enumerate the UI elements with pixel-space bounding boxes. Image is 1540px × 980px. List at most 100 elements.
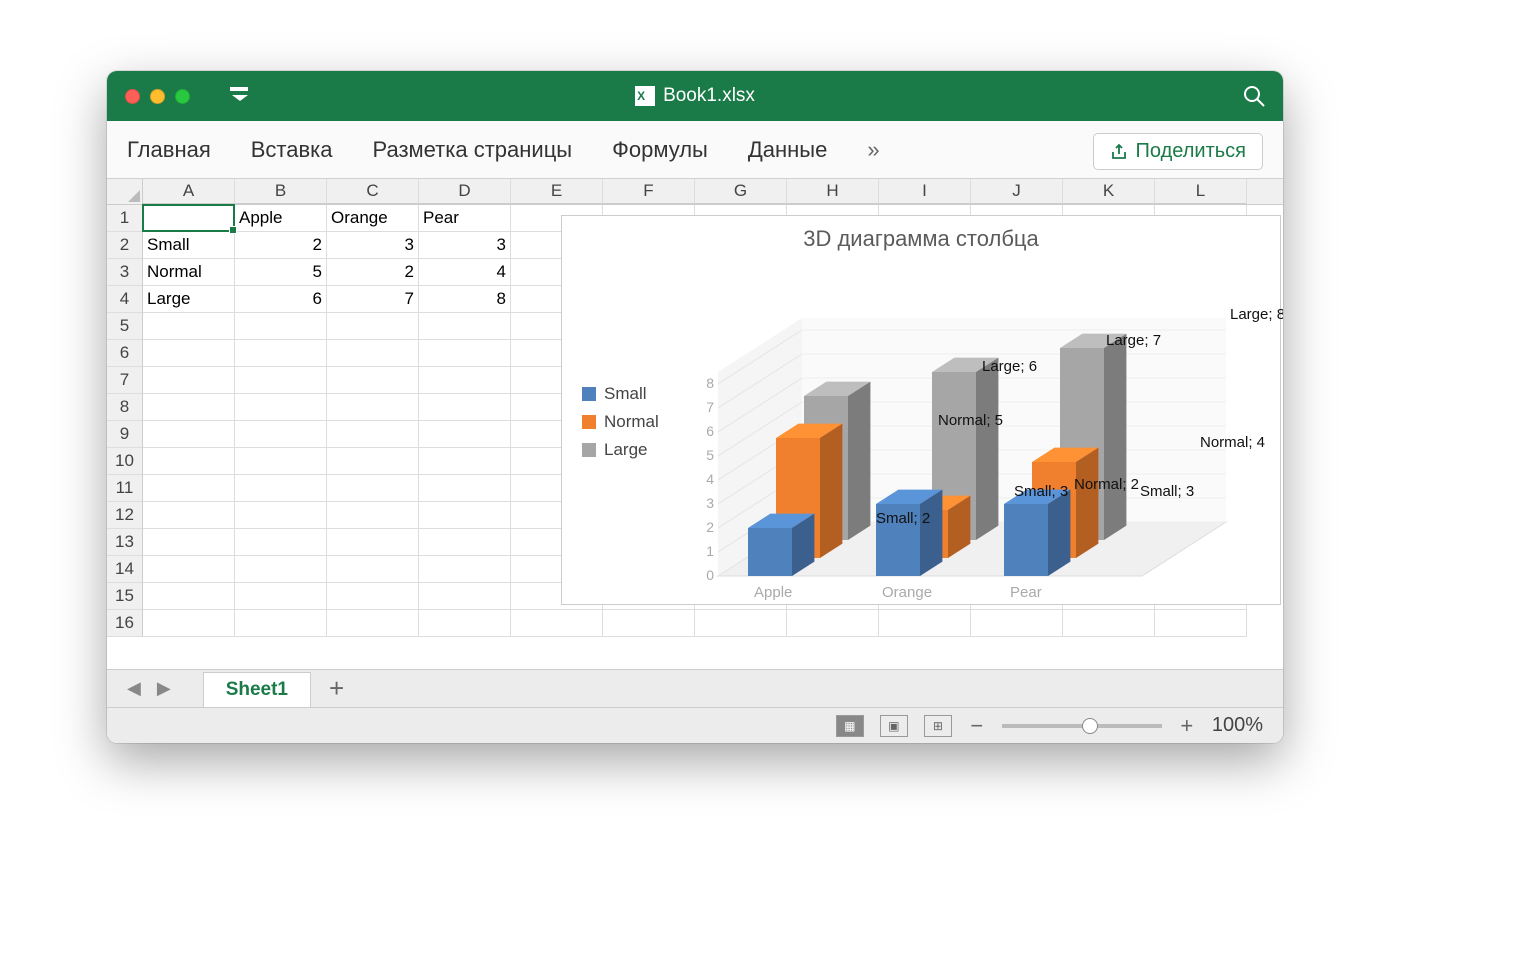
cell-A3[interactable]: Normal (143, 259, 235, 286)
column-header-C[interactable]: C (327, 179, 419, 204)
cell-B7[interactable] (235, 367, 327, 394)
cell-D10[interactable] (419, 448, 511, 475)
cell-H16[interactable] (787, 610, 879, 637)
cell-G16[interactable] (695, 610, 787, 637)
cell-A15[interactable] (143, 583, 235, 610)
cell-D9[interactable] (419, 421, 511, 448)
cell-A4[interactable]: Large (143, 286, 235, 313)
zoom-out-button[interactable]: − (968, 713, 986, 739)
cell-C14[interactable] (327, 556, 419, 583)
cell-B1[interactable]: Apple (235, 205, 327, 232)
sheet-nav-prev[interactable]: ◀ (121, 678, 147, 699)
cell-C8[interactable] (327, 394, 419, 421)
column-header-J[interactable]: J (971, 179, 1063, 204)
cell-B16[interactable] (235, 610, 327, 637)
cell-C2[interactable]: 3 (327, 232, 419, 259)
cell-J16[interactable] (971, 610, 1063, 637)
cell-D3[interactable]: 4 (419, 259, 511, 286)
cell-A9[interactable] (143, 421, 235, 448)
cell-D4[interactable]: 8 (419, 286, 511, 313)
view-page-layout-button[interactable]: ▣ (880, 715, 908, 737)
zoom-percentage[interactable]: 100% (1212, 714, 1263, 737)
cell-E16[interactable] (511, 610, 603, 637)
cell-A5[interactable] (143, 313, 235, 340)
row-header-11[interactable]: 11 (107, 475, 143, 502)
cell-C9[interactable] (327, 421, 419, 448)
cell-B5[interactable] (235, 313, 327, 340)
row-header-2[interactable]: 2 (107, 232, 143, 259)
cell-B14[interactable] (235, 556, 327, 583)
row-header-13[interactable]: 13 (107, 529, 143, 556)
row-header-3[interactable]: 3 (107, 259, 143, 286)
column-header-F[interactable]: F (603, 179, 695, 204)
column-header-I[interactable]: I (879, 179, 971, 204)
cell-B11[interactable] (235, 475, 327, 502)
cell-L16[interactable] (1155, 610, 1247, 637)
cell-I16[interactable] (879, 610, 971, 637)
row-header-4[interactable]: 4 (107, 286, 143, 313)
row-header-7[interactable]: 7 (107, 367, 143, 394)
cell-A12[interactable] (143, 502, 235, 529)
cell-B4[interactable]: 6 (235, 286, 327, 313)
row-header-12[interactable]: 12 (107, 502, 143, 529)
cell-C6[interactable] (327, 340, 419, 367)
cell-D5[interactable] (419, 313, 511, 340)
view-normal-button[interactable]: ▦ (836, 715, 864, 737)
cell-D14[interactable] (419, 556, 511, 583)
cell-D8[interactable] (419, 394, 511, 421)
cell-B9[interactable] (235, 421, 327, 448)
add-sheet-button[interactable]: + (315, 673, 358, 704)
column-header-H[interactable]: H (787, 179, 879, 204)
minimize-window-button[interactable] (150, 89, 165, 104)
row-header-14[interactable]: 14 (107, 556, 143, 583)
cells-grid[interactable]: 3D диаграмма столбца Small Normal Large … (143, 205, 1247, 637)
cell-B2[interactable]: 2 (235, 232, 327, 259)
row-header-9[interactable]: 9 (107, 421, 143, 448)
select-all-corner[interactable] (107, 179, 143, 205)
cell-C15[interactable] (327, 583, 419, 610)
cell-A6[interactable] (143, 340, 235, 367)
close-window-button[interactable] (125, 89, 140, 104)
row-header-15[interactable]: 15 (107, 583, 143, 610)
cell-B10[interactable] (235, 448, 327, 475)
column-header-K[interactable]: K (1063, 179, 1155, 204)
cell-C4[interactable]: 7 (327, 286, 419, 313)
tab-insert[interactable]: Вставка (251, 137, 333, 163)
tabs-overflow[interactable]: » (867, 137, 879, 163)
sheet-nav-next[interactable]: ▶ (151, 678, 177, 699)
cell-D6[interactable] (419, 340, 511, 367)
cell-D2[interactable]: 3 (419, 232, 511, 259)
row-header-1[interactable]: 1 (107, 205, 143, 232)
cell-K16[interactable] (1063, 610, 1155, 637)
zoom-slider-thumb[interactable] (1082, 718, 1098, 734)
tab-page-layout[interactable]: Разметка страницы (373, 137, 573, 163)
column-header-L[interactable]: L (1155, 179, 1247, 204)
cell-B15[interactable] (235, 583, 327, 610)
column-header-D[interactable]: D (419, 179, 511, 204)
cell-C7[interactable] (327, 367, 419, 394)
cell-B6[interactable] (235, 340, 327, 367)
column-header-E[interactable]: E (511, 179, 603, 204)
cell-A2[interactable]: Small (143, 232, 235, 259)
cell-B3[interactable]: 5 (235, 259, 327, 286)
cell-F16[interactable] (603, 610, 695, 637)
search-icon[interactable] (1243, 85, 1265, 112)
cell-C11[interactable] (327, 475, 419, 502)
cell-A7[interactable] (143, 367, 235, 394)
cell-D11[interactable] (419, 475, 511, 502)
row-header-5[interactable]: 5 (107, 313, 143, 340)
cell-C10[interactable] (327, 448, 419, 475)
column-header-G[interactable]: G (695, 179, 787, 204)
maximize-window-button[interactable] (175, 89, 190, 104)
tab-home[interactable]: Главная (127, 137, 211, 163)
cell-A1[interactable] (143, 205, 235, 232)
cell-A10[interactable] (143, 448, 235, 475)
quick-access-toolbar[interactable] (230, 87, 250, 106)
cell-A14[interactable] (143, 556, 235, 583)
column-header-A[interactable]: A (143, 179, 235, 204)
row-header-16[interactable]: 16 (107, 610, 143, 637)
row-header-6[interactable]: 6 (107, 340, 143, 367)
cell-C16[interactable] (327, 610, 419, 637)
cell-D7[interactable] (419, 367, 511, 394)
fill-handle[interactable] (229, 226, 237, 234)
